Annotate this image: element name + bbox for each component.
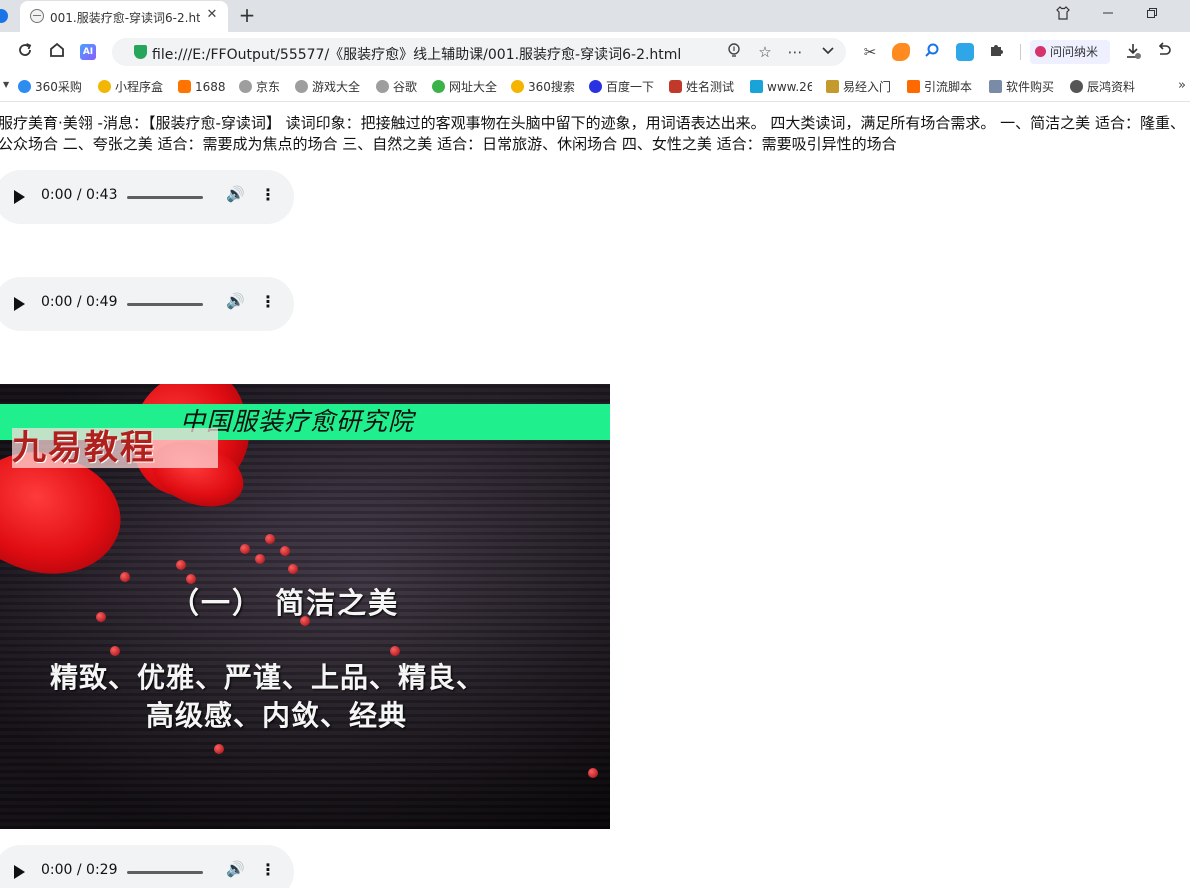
play-icon[interactable] [14, 865, 25, 879]
tab-strip: 001.服装疗愈-穿读词6-2.htm ✕ + [0, 0, 1190, 32]
volume-icon[interactable]: 🔊 [226, 292, 245, 310]
browser-logo-icon[interactable] [0, 9, 8, 23]
plus-square-icon [907, 80, 920, 93]
bookmark-item[interactable]: 辰鸿资料 [1070, 79, 1138, 95]
new-tab-button[interactable]: + [236, 4, 258, 26]
shirt-icon[interactable] [1052, 5, 1074, 27]
plus-circle-icon [432, 80, 445, 93]
security-shield-icon[interactable] [134, 45, 147, 59]
bookmark-item[interactable]: 网址大全 [432, 79, 502, 95]
words-line-2: 高级感、内敛、经典 [146, 699, 408, 732]
game-extension-icon[interactable] [892, 43, 910, 61]
puzzle-extensions-icon[interactable] [986, 42, 1006, 62]
volume-icon[interactable]: 🔊 [226, 860, 245, 878]
volume-icon[interactable]: 🔊 [226, 185, 245, 203]
bookmark-item[interactable]: 小程序盒 [98, 79, 164, 95]
bookmark-item[interactable]: 游戏大全 [295, 79, 365, 95]
tab-close-button[interactable]: ✕ [204, 7, 220, 23]
audio-seek-bar[interactable] [127, 303, 203, 306]
reload-icon[interactable] [14, 41, 36, 63]
bookmark-item[interactable]: 百度一下 [589, 79, 659, 95]
audio-menu-icon[interactable]: ⋮ [260, 860, 276, 879]
scissors-icon[interactable]: ✂ [860, 42, 880, 62]
ring-icon [511, 80, 524, 93]
bookmark-item[interactable]: 软件购买 [989, 79, 1055, 95]
audio-time: 0:00 / 0:43 [41, 187, 118, 203]
bookmark-item[interactable]: 易经入门 [826, 79, 894, 95]
globe-icon [376, 80, 389, 93]
bookmark-item[interactable]: 360搜索 [511, 79, 581, 95]
audio-seek-bar[interactable] [127, 871, 203, 874]
globe-icon [30, 9, 44, 23]
bookmark-item[interactable]: 姓名测试 [669, 79, 735, 95]
globe-icon [239, 80, 252, 93]
caret-down-icon[interactable]: ▼ [3, 80, 9, 89]
bookmark-star-icon[interactable]: ☆ [755, 42, 775, 62]
minimize-icon[interactable] [1097, 5, 1119, 27]
play-icon[interactable] [14, 297, 25, 311]
ai-assistant-icon[interactable]: AI [80, 44, 96, 60]
lesson-image: 中国服装疗愈研究院 九易教程 （一） 简洁之美 精致、优雅、严谨、上品、精良、 … [0, 384, 610, 829]
audio-menu-icon[interactable]: ⋮ [260, 292, 276, 311]
paw-icon [589, 80, 602, 93]
audio-player[interactable]: 0:00 / 0:29 🔊 ⋮ [0, 845, 294, 888]
home-icon[interactable] [46, 41, 68, 63]
name-icon [669, 80, 682, 93]
bookmark-item[interactable]: 京东 [239, 79, 287, 95]
url-text[interactable]: file:///E:/FFOutput/55577/《服装疗愈》线上辅助课/00… [152, 44, 732, 64]
bookmark-item[interactable]: 1688 [178, 79, 230, 95]
square-icon [750, 80, 763, 93]
play-icon[interactable] [14, 190, 25, 204]
page-content: 服疗美育·美翎 -消息：【服装疗愈-穿读词】 读词印象：把接触过的客观事物在头脑… [0, 103, 1190, 888]
audio-menu-icon[interactable]: ⋮ [260, 185, 276, 204]
bookmark-item[interactable]: 360采购 [18, 79, 84, 95]
bookmark-item[interactable]: www.26 [750, 79, 812, 95]
bookmarks-bar: 360采购 小程序盒 1688 京东 游戏大全 谷歌 网址大全 360搜索 百度… [0, 72, 1190, 102]
tab-title: 001.服装疗愈-穿读词6-2.htm [50, 11, 200, 25]
more-dots-icon[interactable]: ⋯ [785, 42, 805, 62]
restore-icon[interactable] [1141, 5, 1163, 27]
book-icon [826, 80, 839, 93]
360-icon [18, 80, 31, 93]
screenshot-extension-icon[interactable] [956, 43, 974, 61]
audio-time: 0:00 / 0:29 [41, 862, 118, 878]
1688-icon [178, 80, 191, 93]
section-heading: （一） 简洁之美 [170, 586, 400, 620]
audio-player[interactable]: 0:00 / 0:49 🔊 ⋮ [0, 277, 294, 331]
message-text: 服疗美育·美翎 -消息：【服装疗愈-穿读词】 读词印象：把接触过的客观事物在头脑… [0, 114, 1185, 153]
watermark-logo: 九易教程 [12, 428, 156, 468]
globe-icon [295, 80, 308, 93]
shield-icon [98, 80, 111, 93]
toolbar-separator [1020, 44, 1021, 60]
doc-icon [989, 80, 1002, 93]
chevron-down-icon[interactable] [818, 42, 838, 62]
undo-icon[interactable] [1154, 42, 1174, 62]
bookmark-item[interactable]: 谷歌 [376, 79, 424, 95]
audio-player[interactable]: 0:00 / 0:43 🔊 ⋮ [0, 170, 294, 224]
bookmark-item[interactable]: 引流脚本 [907, 79, 975, 95]
gem-icon [1070, 80, 1083, 93]
bookmarks-overflow-button[interactable]: » [1178, 78, 1186, 93]
wenwen-nano-button[interactable]: 问问纳米 [1030, 40, 1110, 64]
download-icon[interactable] [1123, 42, 1143, 62]
search-extension-icon[interactable] [922, 42, 942, 62]
audio-seek-bar[interactable] [127, 196, 203, 199]
lightbulb-icon[interactable] [724, 42, 744, 62]
audio-time: 0:00 / 0:49 [41, 294, 118, 310]
words-line-1: 精致、优雅、严谨、上品、精良、 [50, 661, 486, 694]
tab-active[interactable]: 001.服装疗愈-穿读词6-2.htm ✕ [20, 1, 228, 32]
